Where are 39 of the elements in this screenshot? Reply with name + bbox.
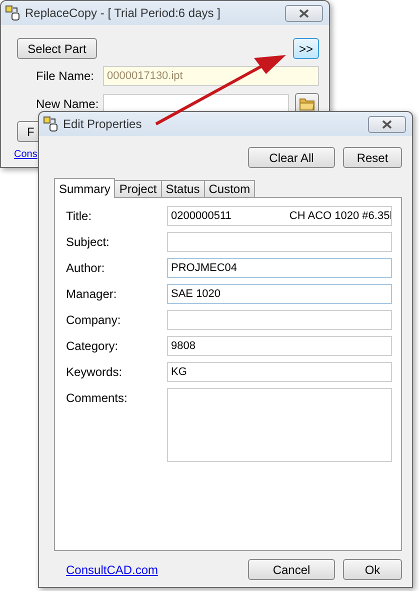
tab[interactable]: Project xyxy=(114,180,162,198)
clear-all-button[interactable]: Clear All xyxy=(248,147,335,168)
field-label: Manager: xyxy=(66,286,118,301)
dialog-title: Edit Properties xyxy=(63,117,143,131)
tab[interactable]: Status xyxy=(160,180,205,198)
field-label: Company: xyxy=(66,312,122,327)
website-link[interactable]: Cons xyxy=(14,149,38,160)
field-label: Title: xyxy=(66,208,93,223)
reset-button[interactable]: Reset xyxy=(343,147,402,168)
expand-button[interactable]: >> xyxy=(293,38,319,59)
website-link[interactable]: ConsultCAD.com xyxy=(66,562,158,576)
folder-icon xyxy=(299,96,315,110)
field-label: Keywords: xyxy=(66,364,124,379)
input-field[interactable]: 9808 xyxy=(167,336,392,356)
file-name-label: File Name: xyxy=(36,69,96,83)
select-part-button[interactable]: Select Part xyxy=(17,38,97,59)
input-field[interactable]: 0200000511 CH ACO 1020 #6.35l xyxy=(167,206,392,226)
field-label: Comments: xyxy=(66,390,128,405)
input-field[interactable] xyxy=(167,310,392,330)
input-field[interactable]: SAE 1020 xyxy=(167,284,392,304)
close-button[interactable] xyxy=(368,116,406,132)
ok-button[interactable]: Ok xyxy=(343,559,402,580)
input-field[interactable]: PROJMEC04 xyxy=(167,258,392,278)
field-label: Category: xyxy=(66,338,120,353)
new-name-label: New Name: xyxy=(36,96,100,110)
window-title: ReplaceCopy - [ Trial Period:6 days ] xyxy=(25,6,222,20)
input-field[interactable] xyxy=(167,232,392,252)
field-label: Subject: xyxy=(66,234,110,249)
close-button[interactable] xyxy=(285,4,323,22)
close-icon xyxy=(299,8,309,18)
tab[interactable]: Custom xyxy=(204,180,256,198)
cancel-button[interactable]: Cancel xyxy=(248,559,335,580)
input-field[interactable]: KG xyxy=(167,362,392,382)
field-label: Author: xyxy=(66,260,106,275)
close-icon xyxy=(382,120,392,128)
action-button[interactable]: F xyxy=(17,121,38,142)
app-icon xyxy=(43,116,59,132)
tab[interactable]: Summary xyxy=(54,178,116,198)
app-icon xyxy=(5,5,21,21)
